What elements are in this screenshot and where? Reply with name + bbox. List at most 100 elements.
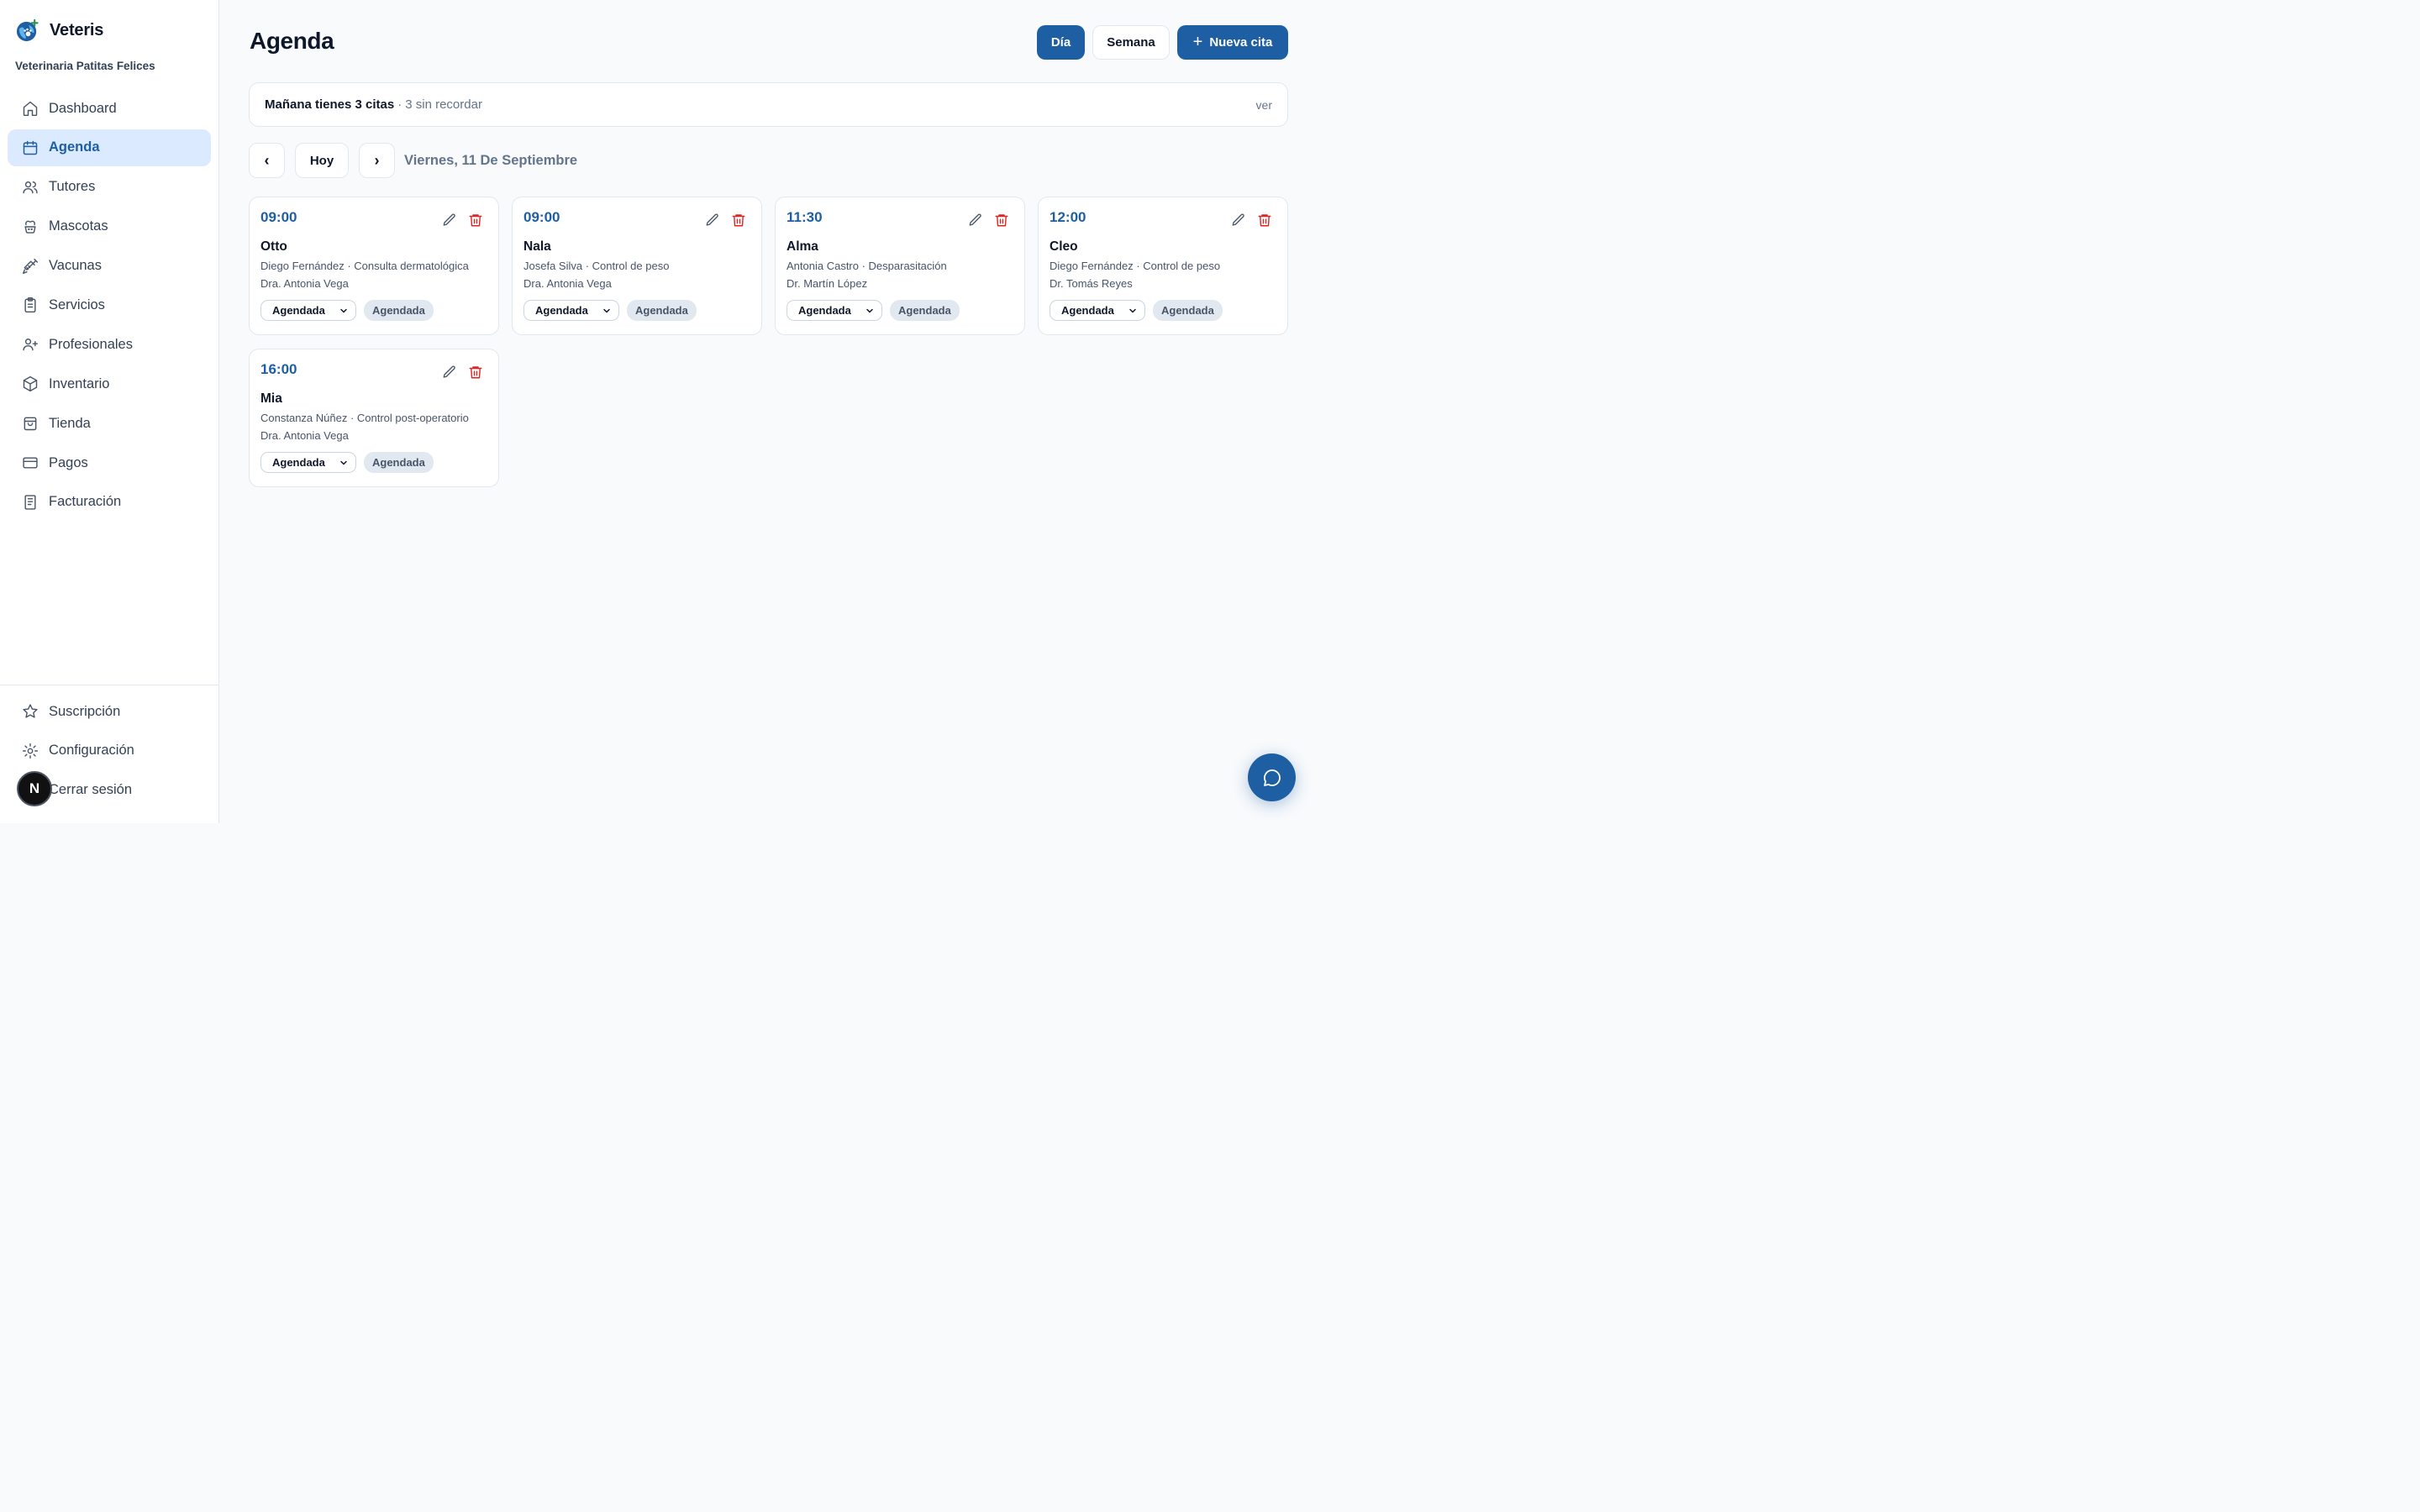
- status-select-value: Agendada: [798, 304, 851, 317]
- sidebar-item-profesionales[interactable]: Profesionales: [8, 326, 211, 363]
- sidebar-item-label: Profesionales: [49, 336, 133, 352]
- appointment-card[interactable]: 09:00 Nala Josefa Silva · Control de pes…: [512, 197, 762, 335]
- edit-icon[interactable]: [968, 213, 983, 228]
- appointment-actions: [705, 213, 746, 228]
- reminder-banner: Mañana tienes 3 citas · 3 sin recordar v…: [249, 82, 1288, 127]
- sidebar-item-vacunas[interactable]: Vacunas: [8, 248, 211, 285]
- sidebar-item-tutores[interactable]: Tutores: [8, 169, 211, 206]
- sidebar-item-tienda[interactable]: Tienda: [8, 405, 211, 442]
- sidebar: Veteris Veterinaria Patitas Felices Dash…: [0, 0, 219, 823]
- sidebar-item-dashboard[interactable]: Dashboard: [8, 90, 211, 127]
- appointment-status-row: Agendada Agendada: [260, 452, 487, 473]
- sidebar-item-facturacion[interactable]: Facturación: [8, 484, 211, 521]
- calendar-icon: [22, 139, 39, 156]
- chevron-down-icon: [866, 308, 873, 312]
- sidebar-item-pagos[interactable]: Pagos: [8, 444, 211, 481]
- new-appointment-button[interactable]: + Nueva cita: [1177, 25, 1288, 60]
- status-select[interactable]: Agendada: [786, 300, 882, 321]
- sidebar-item-label: Tutores: [49, 179, 96, 195]
- week-view-button[interactable]: Semana: [1092, 25, 1170, 60]
- status-select-value: Agendada: [272, 456, 325, 469]
- sidebar-nav: Dashboard Agenda Tutores Mascotas Vacuna…: [8, 90, 211, 523]
- trash-icon[interactable]: [994, 213, 1009, 228]
- appointment-detail: Josefa Silva · Control de peso: [523, 260, 670, 272]
- appointment-detail: Diego Fernández · Control de peso: [1050, 260, 1221, 272]
- pet-name: Cleo: [1050, 239, 1078, 254]
- appointment-actions: [442, 365, 483, 380]
- today-button[interactable]: Hoy: [295, 143, 349, 178]
- appointment-status-row: Agendada Agendada: [260, 300, 487, 321]
- appointment-card[interactable]: 12:00 Cleo Diego Fernández · Control de …: [1038, 197, 1288, 335]
- edit-icon[interactable]: [705, 213, 720, 228]
- box-icon: [22, 375, 39, 392]
- clinic-name: Veterinaria Patitas Felices: [15, 60, 155, 72]
- chevron-down-icon: [1129, 308, 1136, 312]
- users-icon: [22, 179, 39, 196]
- chat-button[interactable]: [1248, 753, 1296, 801]
- status-select[interactable]: Agendada: [1050, 300, 1145, 321]
- page-title: Agenda: [250, 28, 334, 54]
- sidebar-item-label: Agenda: [49, 139, 100, 155]
- sidebar-item-label: Suscripción: [49, 703, 121, 719]
- chat-bubble-icon: [1263, 769, 1281, 786]
- prev-day-button[interactable]: ‹: [249, 143, 285, 178]
- star-icon: [22, 703, 39, 720]
- chevron-down-icon: [603, 308, 610, 312]
- appointments-grid: 09:00 Otto Diego Fernández · Consulta de…: [249, 197, 1288, 487]
- sidebar-item-suscripcion[interactable]: Suscripción: [8, 693, 211, 730]
- user-plus-icon: [22, 336, 39, 353]
- clipboard-icon: [22, 297, 39, 313]
- edit-icon[interactable]: [1231, 213, 1246, 228]
- status-badge: Agendada: [1153, 300, 1223, 321]
- status-badge: Agendada: [890, 300, 960, 321]
- appointment-actions: [1231, 213, 1272, 228]
- dev-tools-badge[interactable]: N: [17, 771, 52, 806]
- sidebar-item-inventario[interactable]: Inventario: [8, 365, 211, 402]
- new-appointment-label: Nueva cita: [1209, 35, 1273, 50]
- trash-icon[interactable]: [1257, 213, 1272, 228]
- reminder-separator: ·: [397, 97, 402, 112]
- sidebar-item-label: Pagos: [49, 454, 88, 470]
- sidebar-item-agenda[interactable]: Agenda: [8, 129, 211, 166]
- sidebar-item-label: Inventario: [49, 375, 110, 391]
- view-actions: Día Semana + Nueva cita: [1037, 25, 1288, 60]
- reminder-view-link[interactable]: ver: [1256, 98, 1272, 112]
- status-select-value: Agendada: [272, 304, 325, 317]
- sidebar-item-servicios[interactable]: Servicios: [8, 286, 211, 323]
- date-navigation: ‹ Hoy › Viernes, 11 De Septiembre: [249, 143, 577, 178]
- trash-icon[interactable]: [468, 365, 483, 380]
- trash-icon[interactable]: [468, 213, 483, 228]
- sidebar-item-configuracion[interactable]: Configuración: [8, 732, 211, 769]
- sidebar-item-label: Facturación: [49, 494, 122, 510]
- appointment-actions: [968, 213, 1009, 228]
- sidebar-item-label: Dashboard: [49, 100, 117, 116]
- trash-icon[interactable]: [731, 213, 746, 228]
- appointment-card[interactable]: 09:00 Otto Diego Fernández · Consulta de…: [249, 197, 499, 335]
- appointment-vet: Dr. Tomás Reyes: [1050, 277, 1133, 290]
- sidebar-item-label: Tienda: [49, 415, 91, 431]
- appointment-status-row: Agendada Agendada: [786, 300, 1013, 321]
- paw-icon: [22, 218, 39, 235]
- day-view-button[interactable]: Día: [1037, 25, 1085, 60]
- status-select[interactable]: Agendada: [260, 300, 356, 321]
- next-day-button[interactable]: ›: [359, 143, 395, 178]
- pet-name: Alma: [786, 239, 818, 254]
- veteris-logo-icon: [15, 18, 39, 43]
- appointment-actions: [442, 213, 483, 228]
- status-select[interactable]: Agendada: [260, 452, 356, 473]
- sidebar-item-mascotas[interactable]: Mascotas: [8, 208, 211, 245]
- appointment-vet: Dra. Antonia Vega: [260, 429, 349, 442]
- appointment-card[interactable]: 11:30 Alma Antonia Castro · Desparasitac…: [775, 197, 1025, 335]
- brand[interactable]: Veteris: [15, 18, 103, 43]
- plus-icon: +: [1192, 32, 1203, 51]
- status-select[interactable]: Agendada: [523, 300, 619, 321]
- sidebar-item-label: Configuración: [49, 743, 134, 759]
- gear-icon: [22, 743, 39, 759]
- current-date: Viernes, 11 De Septiembre: [404, 152, 578, 168]
- appointment-vet: Dra. Antonia Vega: [260, 277, 349, 290]
- pet-name: Otto: [260, 239, 287, 254]
- edit-icon[interactable]: [442, 213, 457, 228]
- edit-icon[interactable]: [442, 365, 457, 380]
- appointment-detail: Diego Fernández · Consulta dermatológica: [260, 260, 469, 272]
- appointment-card[interactable]: 16:00 Mia Constanza Núñez · Control post…: [249, 349, 499, 487]
